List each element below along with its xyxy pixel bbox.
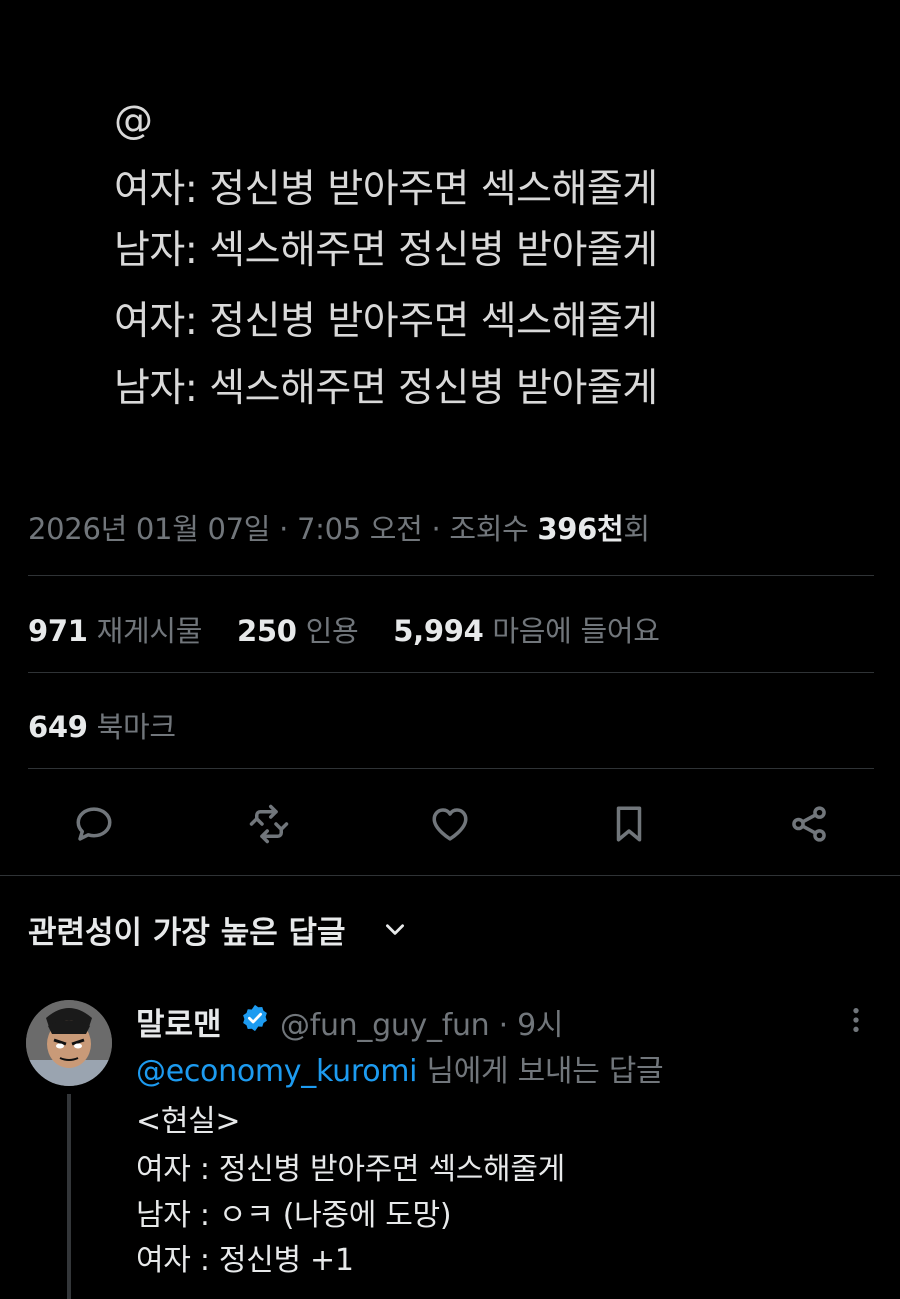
divider bbox=[28, 768, 874, 769]
reposts-count: 971 bbox=[28, 614, 88, 648]
like-button[interactable] bbox=[426, 800, 474, 848]
reply-author-handle[interactable]: @fun_guy_fun · 9시 bbox=[280, 1000, 563, 1044]
meta-separator: · bbox=[270, 512, 297, 546]
views-label: 조회수 bbox=[449, 512, 538, 546]
quote-line: 남자: 섹스해주면 정신병 받아줄게 bbox=[114, 228, 658, 273]
bookmark-button[interactable] bbox=[605, 800, 653, 848]
quotes-label: 인용 bbox=[305, 614, 359, 648]
divider bbox=[28, 672, 874, 673]
avatar[interactable] bbox=[26, 1000, 112, 1086]
more-options-icon[interactable] bbox=[840, 1002, 872, 1038]
quote-line: 여자: 정신병 받아주면 섹스해줄게 bbox=[114, 299, 658, 344]
reply-to-mention[interactable]: @economy_kuromi bbox=[136, 1054, 418, 1089]
likes-stat[interactable]: 5,994 마음에 들어요 bbox=[393, 614, 685, 648]
reply-line: 남자 : ㅇㅋ (나중에 도망) bbox=[136, 1198, 452, 1233]
bookmarks-stat[interactable]: 649 북마크 bbox=[28, 704, 202, 746]
meta-separator: · bbox=[422, 512, 450, 546]
bookmarks-count: 649 bbox=[28, 710, 88, 744]
views-suffix: 회 bbox=[623, 512, 650, 546]
views-count: 396천 bbox=[537, 512, 624, 546]
avatar-image bbox=[26, 1000, 112, 1086]
reply-line: 여자 : 정신병 +1 bbox=[136, 1243, 354, 1278]
divider bbox=[28, 575, 874, 576]
quote-line: 여자: 정신병 받아주면 섹스해줄게 bbox=[114, 167, 658, 212]
section-divider bbox=[0, 875, 900, 876]
thread-line bbox=[67, 1094, 71, 1299]
reply-line: <현실> bbox=[136, 1104, 241, 1139]
reposts-stat[interactable]: 971 재게시물 bbox=[28, 614, 228, 648]
reply-icon bbox=[76, 807, 112, 841]
share-icon bbox=[792, 806, 826, 842]
engagement-stats: 971 재게시물 250 인용 5,994 마음에 들어요 bbox=[28, 608, 686, 650]
like-icon bbox=[432, 808, 468, 841]
reply-button[interactable] bbox=[70, 800, 118, 848]
tweet-time[interactable]: 7:05 오전 bbox=[297, 512, 423, 546]
share-button[interactable] bbox=[785, 800, 833, 848]
tweet-meta: 2026년 01월 07일 · 7:05 오전 · 조회수 396천회 bbox=[28, 506, 650, 548]
repost-icon bbox=[249, 804, 289, 844]
likes-count: 5,994 bbox=[393, 614, 484, 648]
bookmarks-label: 북마크 bbox=[96, 710, 176, 744]
quotes-count: 250 bbox=[237, 614, 297, 648]
chevron-down-icon[interactable] bbox=[382, 916, 408, 942]
replying-to: @economy_kuromi 님에게 보내는 답글 bbox=[136, 1046, 664, 1090]
reply-author-name[interactable]: 말로맨 bbox=[136, 999, 222, 1044]
replies-sort-heading[interactable]: 관련성이 가장 높은 답글 bbox=[28, 907, 346, 952]
verified-badge-icon bbox=[243, 1004, 267, 1032]
bookmark-icon bbox=[616, 806, 642, 842]
reply-to-suffix: 님에게 보내는 답글 bbox=[417, 1054, 664, 1089]
quote-line: 남자: 섹스해주면 정신병 받아줄게 bbox=[114, 366, 658, 411]
reposts-label: 재게시물 bbox=[96, 614, 203, 648]
repost-button[interactable] bbox=[245, 800, 293, 848]
reply-line: 여자 : 정신병 받아주면 섹스해줄게 bbox=[136, 1152, 565, 1187]
quote-line: @ bbox=[114, 98, 153, 143]
likes-label: 마음에 들어요 bbox=[492, 614, 660, 648]
quotes-stat[interactable]: 250 인용 bbox=[237, 614, 384, 648]
tweet-date[interactable]: 2026년 01월 07일 bbox=[28, 512, 270, 546]
